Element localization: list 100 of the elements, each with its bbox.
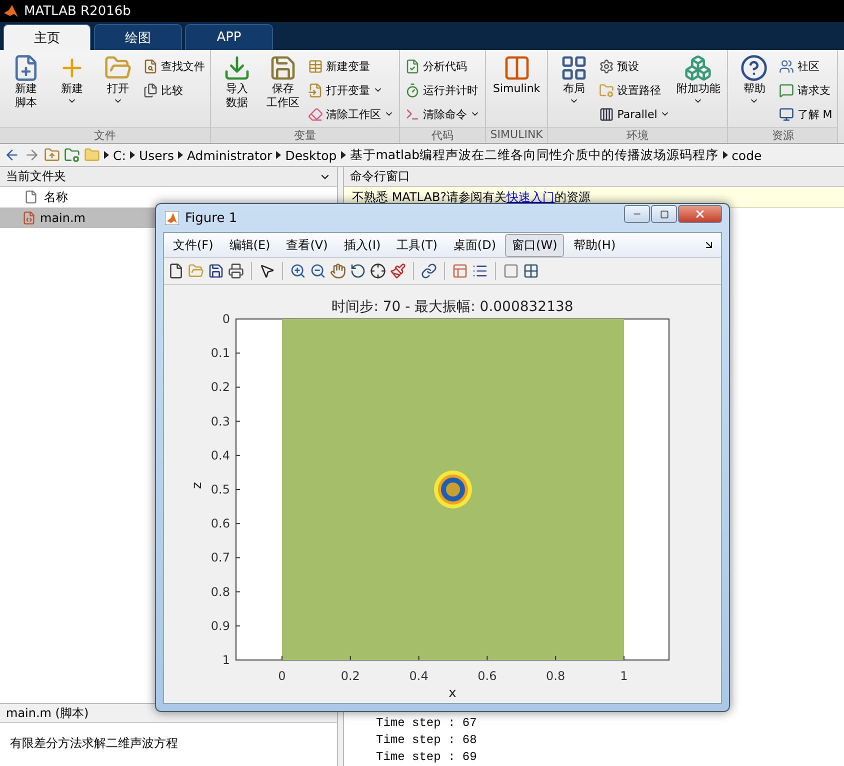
y-axis-label: z [190,482,205,489]
column-header[interactable]: 名称 [44,188,68,206]
ribbon-button[interactable]: 分析代码 [405,56,480,76]
ribbon-button[interactable]: 设置路径 [599,80,670,100]
ribbon-button[interactable]: 预设 [599,56,670,76]
quick-start-link[interactable]: 快速入门 [506,190,555,204]
group-label: 代码 [400,127,485,143]
menu-item[interactable]: 帮助(H) [566,234,623,256]
save-icon[interactable] [208,263,224,279]
ribbon-button[interactable]: 社区 [779,56,832,76]
layout-icon [560,54,588,82]
path-segment[interactable]: Administrator [186,148,272,162]
path-segment[interactable]: code [732,148,762,162]
menu-item[interactable]: 窗口(W) [505,234,564,256]
folder-up-icon[interactable] [44,147,60,163]
path-segment[interactable]: Desktop [285,148,337,162]
back-icon[interactable] [4,147,20,163]
x-tick-label: 1 [620,669,628,683]
ribbon-tab[interactable]: 绘图 [94,24,182,50]
x-tick-label: 0.2 [340,669,360,683]
breadcrumb-arrow-icon [178,151,183,159]
ribbon-button[interactable]: 清除命令 [405,104,480,124]
check-file-icon [405,58,420,74]
breadcrumb-arrow-icon [104,151,109,159]
ribbon-button[interactable]: Parallel [599,104,670,124]
dock-icon[interactable] [703,239,715,251]
file-icon [24,190,38,204]
menu-item[interactable]: 插入(I) [336,234,388,256]
data-cursor-icon[interactable] [370,263,386,279]
ribbon-button[interactable]: 保存 工作区 [262,54,304,127]
folder-icon [84,147,100,163]
ribbon-button[interactable]: 导入 数据 [216,54,258,127]
y-tick-label: 0 [222,312,230,326]
people-icon [779,58,794,74]
ribbon-button[interactable]: Simulink [491,54,542,127]
link-icon[interactable] [421,263,437,279]
forward-icon[interactable] [24,147,40,163]
help-icon [740,54,768,82]
command-output-line: Time step : 68 [376,732,478,749]
settings-icon [599,58,614,74]
folder-icon [599,82,614,98]
matlab-logo-icon [165,211,179,225]
ribbon-button[interactable]: 了解 M [779,104,832,124]
y-tick-label: 0.3 [210,414,230,428]
ribbon-button[interactable]: 查找文件 [143,56,205,76]
path-segment[interactable]: Users [138,148,174,162]
breadcrumb-arrow-icon [722,151,728,159]
ribbon-button[interactable]: 请求支 [779,80,832,100]
ribbon-tab[interactable]: APP [185,24,273,50]
ribbon-button[interactable]: 新建 脚本 [5,54,47,127]
matlab-logo-icon [4,4,18,18]
y-tick-label: 0.6 [210,516,230,531]
bars-icon [599,106,614,122]
maximize-button[interactable] [651,205,677,223]
ribbon-button[interactable]: 打开 [97,54,139,127]
breadcrumb-arrow-icon [276,151,282,159]
x-tick-label: 0.8 [546,669,566,683]
ribbon-button[interactable]: 清除工作区 [308,104,394,124]
search-file-icon [143,58,158,74]
zoom-out-icon[interactable] [310,263,326,279]
zoom-in-icon[interactable] [290,263,306,279]
colorbar-icon[interactable] [452,263,468,279]
browse-icon[interactable] [64,147,80,163]
new-file-icon[interactable] [168,263,184,279]
menu-item[interactable]: 编辑(E) [222,234,278,256]
ribbon-button[interactable]: 比较 [143,80,205,100]
menu-item[interactable]: 文件(F) [166,234,220,256]
maximize-icon [660,210,668,218]
ribbon-button[interactable]: 帮助 [733,54,776,127]
rotate-icon[interactable] [350,263,366,279]
pointer-icon[interactable] [259,263,275,279]
menu-item[interactable]: 桌面(D) [446,234,504,256]
menu-item[interactable]: 工具(T) [390,234,444,256]
figure-title: Figure 1 [185,210,238,226]
menu-item[interactable]: 查看(V) [279,234,335,256]
path-segment[interactable]: C: [113,148,126,162]
x-tick-label: 0.6 [478,669,497,683]
panel-title: 当前文件夹 [6,168,66,185]
ribbon-button[interactable]: 新建 [51,54,93,127]
y-tick-label: 0.2 [210,380,230,394]
y-tick-label: 0.9 [210,618,230,633]
ribbon-tab[interactable]: 主页 [3,24,91,50]
ribbon-button[interactable]: 运行并计时 [405,80,480,100]
x-tick-label: 0.4 [409,669,428,683]
brush-icon[interactable] [390,263,406,279]
legend-icon[interactable] [472,263,488,279]
y-tick-label: 0.1 [210,346,230,360]
layout-icon[interactable] [523,263,539,279]
minimize-button[interactable] [624,205,650,223]
path-segment[interactable]: 基于matlab编程声波在二维各向同性介质中的传播波场源码程序 [350,146,719,164]
command-output-line: Time step : 67 [376,715,478,732]
ribbon-button[interactable]: 新建变量 [308,56,394,76]
printer-icon[interactable] [228,263,244,279]
script-file-icon [22,211,36,225]
window-title: MATLAB R2016b [24,4,131,18]
ribbon-button[interactable]: 附加功能 [674,54,722,127]
close-button[interactable] [678,205,722,223]
hand-icon[interactable] [330,263,346,279]
ribbon-button[interactable]: 打开变量 [308,80,394,100]
ribbon-button[interactable]: 布局 [553,54,596,127]
